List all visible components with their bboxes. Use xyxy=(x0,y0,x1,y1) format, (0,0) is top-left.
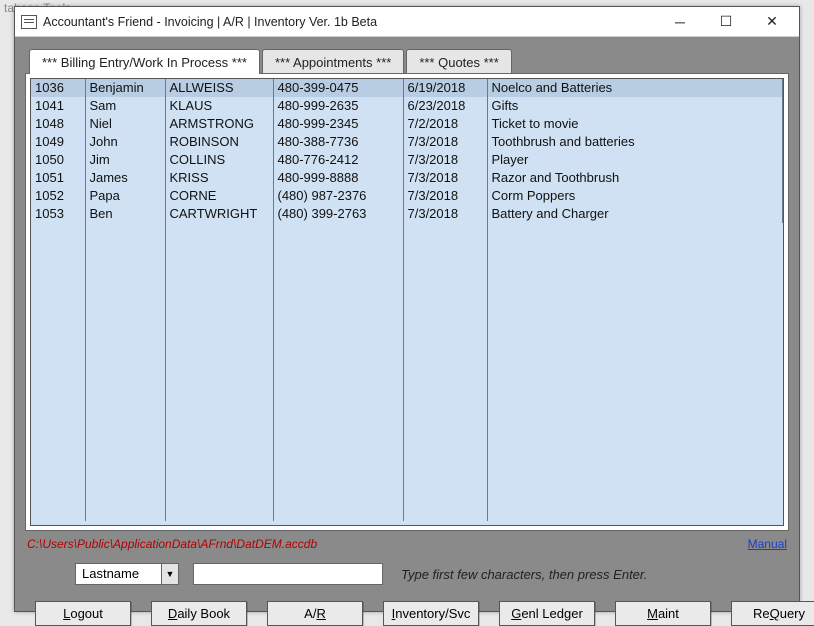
cell-id[interactable]: 1036 xyxy=(31,79,85,97)
minimize-button[interactable]: ─ xyxy=(657,8,703,36)
cell-date[interactable]: 7/3/2018 xyxy=(403,151,487,169)
db-path-text: C:\Users\Public\ApplicationData\AFrnd\Da… xyxy=(27,537,317,551)
maximize-button[interactable]: ☐ xyxy=(703,8,749,36)
cell-first[interactable]: Sam xyxy=(85,97,165,115)
chevron-down-icon[interactable]: ▼ xyxy=(161,563,179,585)
cell-date[interactable]: 6/23/2018 xyxy=(403,97,487,115)
cell-first[interactable]: James xyxy=(85,169,165,187)
inventory-button[interactable]: Inventory/Svc xyxy=(383,601,479,626)
cell-desc[interactable]: Toothbrush and batteries xyxy=(487,133,783,151)
search-hint: Type first few characters, then press En… xyxy=(401,567,647,582)
billing-grid[interactable]: 1036BenjaminALLWEISS480-399-04756/19/201… xyxy=(30,78,784,526)
tab-panel-billing: 1036BenjaminALLWEISS480-399-04756/19/201… xyxy=(25,73,789,531)
cell-phone[interactable]: (480) 399-2763 xyxy=(273,205,403,223)
cell-phone[interactable]: (480) 987-2376 xyxy=(273,187,403,205)
cell-first[interactable]: Niel xyxy=(85,115,165,133)
table-row[interactable]: 1053BenCARTWRIGHT(480) 399-27637/3/2018B… xyxy=(31,205,783,223)
tab-billing[interactable]: *** Billing Entry/Work In Process *** xyxy=(29,49,260,74)
cell-date[interactable]: 7/2/2018 xyxy=(403,115,487,133)
cell-last[interactable]: ROBINSON xyxy=(165,133,273,151)
cell-desc[interactable]: Razor and Toothbrush xyxy=(487,169,783,187)
cell-date[interactable]: 7/3/2018 xyxy=(403,133,487,151)
cell-id[interactable]: 1050 xyxy=(31,151,85,169)
cell-first[interactable]: John xyxy=(85,133,165,151)
cell-first[interactable]: Benjamin xyxy=(85,79,165,97)
cell-id[interactable]: 1049 xyxy=(31,133,85,151)
cell-desc[interactable]: Corm Poppers xyxy=(487,187,783,205)
table-row[interactable]: 1050JimCOLLINS480-776-24127/3/2018Player xyxy=(31,151,783,169)
cell-phone[interactable]: 480-999-2635 xyxy=(273,97,403,115)
table-row[interactable]: 1036BenjaminALLWEISS480-399-04756/19/201… xyxy=(31,79,783,97)
cell-id[interactable]: 1053 xyxy=(31,205,85,223)
search-combo-value[interactable]: Lastname xyxy=(75,563,161,585)
titlebar[interactable]: Accountant's Friend - Invoicing | A/R | … xyxy=(15,7,799,37)
client-area: *** Billing Entry/Work In Process *** **… xyxy=(15,37,799,611)
cell-phone[interactable]: 480-388-7736 xyxy=(273,133,403,151)
table-row[interactable]: 1049JohnROBINSON480-388-77367/3/2018Toot… xyxy=(31,133,783,151)
genlledger-button[interactable]: Genl Ledger xyxy=(499,601,595,626)
search-input[interactable] xyxy=(193,563,383,585)
cell-desc[interactable]: Gifts xyxy=(487,97,783,115)
cell-desc[interactable]: Player xyxy=(487,151,783,169)
tabstrip: *** Billing Entry/Work In Process *** **… xyxy=(29,45,789,73)
cell-phone[interactable]: 480-999-8888 xyxy=(273,169,403,187)
cell-last[interactable]: ALLWEISS xyxy=(165,79,273,97)
window-title: Accountant's Friend - Invoicing | A/R | … xyxy=(43,15,657,29)
tab-appointments[interactable]: *** Appointments *** xyxy=(262,49,404,74)
table-row[interactable]: 1041SamKLAUS480-999-26356/23/2018Gifts xyxy=(31,97,783,115)
table-row[interactable]: 1051JamesKRISS480-999-88887/3/2018Razor … xyxy=(31,169,783,187)
cell-last[interactable]: KLAUS xyxy=(165,97,273,115)
cell-last[interactable]: CARTWRIGHT xyxy=(165,205,273,223)
cell-first[interactable]: Ben xyxy=(85,205,165,223)
ar-button[interactable]: A/R xyxy=(267,601,363,626)
cell-phone[interactable]: 480-776-2412 xyxy=(273,151,403,169)
cell-last[interactable]: COLLINS xyxy=(165,151,273,169)
manual-link[interactable]: Manual xyxy=(748,537,787,551)
cell-last[interactable]: KRISS xyxy=(165,169,273,187)
cell-date[interactable]: 7/3/2018 xyxy=(403,169,487,187)
maint-button[interactable]: Maint xyxy=(615,601,711,626)
cell-date[interactable]: 6/19/2018 xyxy=(403,79,487,97)
table-row[interactable]: 1052PapaCORNE(480) 987-23767/3/2018Corm … xyxy=(31,187,783,205)
cell-first[interactable]: Jim xyxy=(85,151,165,169)
tab-quotes[interactable]: *** Quotes *** xyxy=(406,49,512,74)
cell-desc[interactable]: Battery and Charger xyxy=(487,205,783,223)
cell-date[interactable]: 7/3/2018 xyxy=(403,205,487,223)
window-controls: ─ ☐ ✕ xyxy=(657,8,795,36)
cell-id[interactable]: 1048 xyxy=(31,115,85,133)
db-path-row: C:\Users\Public\ApplicationData\AFrnd\Da… xyxy=(27,537,787,551)
search-field-combo[interactable]: Lastname ▼ xyxy=(75,563,179,585)
requery-button[interactable]: ReQuery xyxy=(731,601,814,626)
logout-button[interactable]: Logout xyxy=(35,601,131,626)
app-window: Accountant's Friend - Invoicing | A/R | … xyxy=(14,6,800,612)
cell-desc[interactable]: Noelco and Batteries xyxy=(487,79,783,97)
button-row: Logout Daily Book A/R Inventory/Svc Genl… xyxy=(35,601,789,626)
cell-last[interactable]: CORNE xyxy=(165,187,273,205)
cell-last[interactable]: ARMSTRONG xyxy=(165,115,273,133)
search-row: Lastname ▼ Type first few characters, th… xyxy=(75,563,789,585)
cell-phone[interactable]: 480-999-2345 xyxy=(273,115,403,133)
table-row[interactable]: 1048NielARMSTRONG480-999-23457/2/2018Tic… xyxy=(31,115,783,133)
cell-id[interactable]: 1052 xyxy=(31,187,85,205)
form-icon xyxy=(21,15,37,29)
cell-desc[interactable]: Ticket to movie xyxy=(487,115,783,133)
dailybook-button[interactable]: Daily Book xyxy=(151,601,247,626)
cell-first[interactable]: Papa xyxy=(85,187,165,205)
cell-phone[interactable]: 480-399-0475 xyxy=(273,79,403,97)
close-button[interactable]: ✕ xyxy=(749,8,795,36)
cell-id[interactable]: 1051 xyxy=(31,169,85,187)
cell-id[interactable]: 1041 xyxy=(31,97,85,115)
cell-date[interactable]: 7/3/2018 xyxy=(403,187,487,205)
